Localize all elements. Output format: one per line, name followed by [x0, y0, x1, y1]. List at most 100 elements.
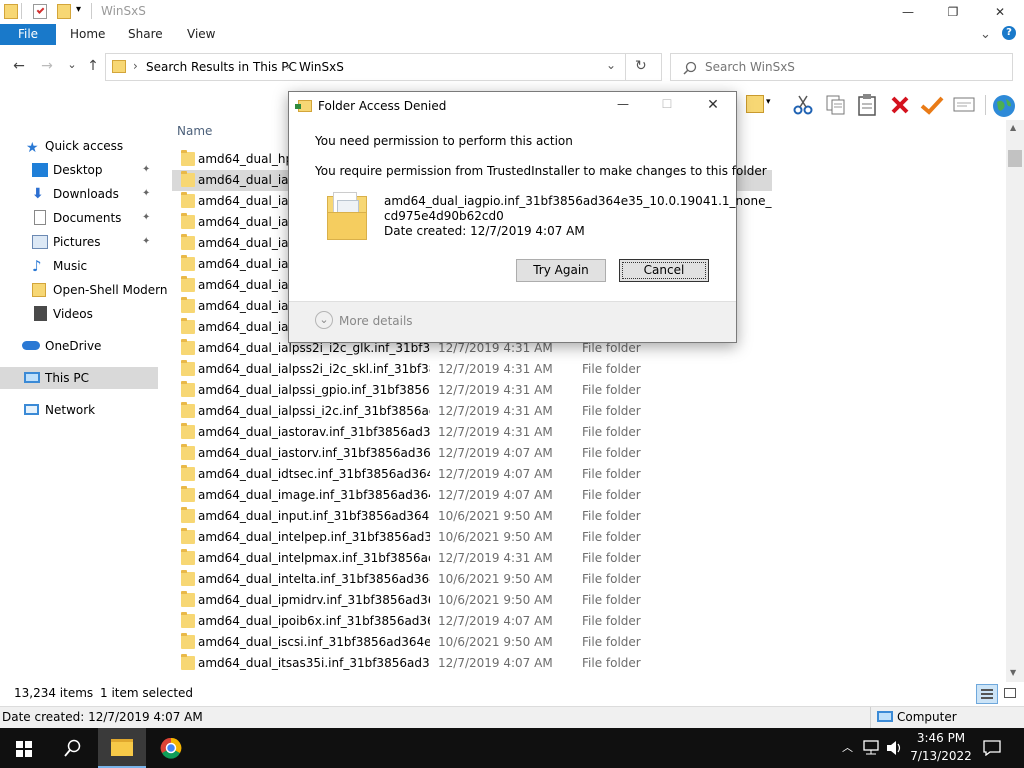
table-row[interactable]: amd64_dual_iastorav.inf_31bf3856ad364e..… — [172, 422, 772, 443]
table-row[interactable]: amd64_dual_ialpss2i_i2c_skl.inf_31bf3856… — [172, 359, 772, 380]
rename-checkmark-icon[interactable] — [920, 95, 944, 115]
breadcrumb-search-results[interactable]: Search Results in This PC — [146, 60, 297, 74]
folder-icon — [181, 444, 195, 460]
column-header-name[interactable]: Name — [177, 124, 212, 138]
large-icons-view-icon[interactable] — [1002, 686, 1018, 702]
clock-time[interactable]: 3:46 PM — [910, 731, 972, 745]
select-icon[interactable] — [953, 97, 975, 113]
sidebar-item-this-pc[interactable]: This PC — [0, 367, 158, 389]
scroll-down-icon[interactable]: ▼ — [1010, 668, 1016, 677]
chrome-icon[interactable] — [160, 737, 182, 759]
separator — [21, 3, 22, 19]
tab-file[interactable]: File — [0, 24, 56, 45]
properties-folder-icon[interactable] — [746, 95, 764, 113]
vertical-scrollbar[interactable]: ▲ ▼ — [1006, 120, 1024, 682]
copy-icon[interactable] — [825, 94, 847, 116]
notifications-icon[interactable] — [983, 740, 1001, 756]
table-row[interactable]: amd64_dual_ipmidrv.inf_31bf3856ad364e...… — [172, 590, 772, 611]
table-row[interactable]: amd64_dual_ialpssi_i2c.inf_31bf3856ad36.… — [172, 401, 772, 422]
file-date-modified: 12/7/2019 4:07 AM — [438, 656, 553, 670]
folder-icon — [181, 255, 195, 271]
pin-icon: ✦ — [142, 164, 151, 175]
try-again-button[interactable]: Try Again — [516, 259, 606, 282]
sidebar-item-downloads[interactable]: ⬇ Downloads ✦ — [0, 183, 158, 205]
search-box[interactable] — [670, 53, 1013, 81]
sidebar-item-music[interactable]: ♪ Music — [0, 255, 158, 277]
properties-icon[interactable] — [33, 4, 47, 19]
sidebar-item-pictures[interactable]: Pictures ✦ — [0, 231, 158, 253]
expand-ribbon-icon[interactable]: ⌄ — [980, 27, 991, 42]
search-input[interactable] — [705, 58, 995, 76]
folder-icon — [181, 192, 195, 208]
table-row[interactable]: amd64_dual_itsas35i.inf_31bf3856ad364e..… — [172, 653, 772, 674]
cut-icon[interactable] — [793, 95, 813, 115]
refresh-icon[interactable]: ↻ — [635, 58, 647, 74]
sidebar-item-desktop[interactable]: Desktop ✦ — [0, 159, 158, 181]
up-button[interactable]: ↑ — [84, 58, 102, 76]
volume-icon[interactable] — [886, 740, 904, 756]
scroll-up-icon[interactable]: ▲ — [1010, 123, 1016, 132]
globe-icon[interactable] — [991, 93, 1017, 119]
minimize-button[interactable]: — — [885, 0, 931, 24]
sidebar-item-network[interactable]: Network — [0, 399, 158, 421]
sidebar-item-open-shell-modern[interactable]: Open-Shell Modern — [0, 279, 168, 301]
file-name: amd64_dual_idtsec.inf_31bf3856ad364e3... — [198, 467, 430, 481]
table-row[interactable]: amd64_dual_image.inf_31bf3856ad364e3... 1… — [172, 485, 772, 506]
dialog-close-button[interactable]: ✕ — [698, 97, 728, 113]
file-explorer-icon — [111, 739, 133, 756]
table-row[interactable]: amd64_dual_intelpmax.inf_31bf3856ad36...… — [172, 548, 772, 569]
tab-share[interactable]: Share — [128, 24, 163, 45]
new-folder-icon[interactable] — [57, 4, 71, 19]
customize-quick-access-icon[interactable]: ▾ — [76, 4, 81, 15]
paste-icon[interactable] — [857, 93, 879, 117]
search-icon[interactable] — [64, 739, 82, 757]
file-name: amd64_dual_image.inf_31bf3856ad364e3... — [198, 488, 430, 502]
delete-icon[interactable] — [890, 95, 910, 115]
help-icon[interactable]: ? — [1002, 26, 1016, 40]
breadcrumb-winsxs[interactable]: WinSxS — [299, 60, 344, 74]
scrollbar-thumb[interactable] — [1008, 150, 1022, 167]
table-row[interactable]: amd64_dual_iscsi.inf_31bf3856ad364e35_..… — [172, 632, 772, 653]
dialog-maximize-button[interactable]: ☐ — [652, 97, 682, 111]
table-row[interactable]: amd64_dual_intelta.inf_31bf3856ad364e3..… — [172, 569, 772, 590]
table-row[interactable]: amd64_dual_ialpssi_gpio.inf_31bf3856ad..… — [172, 380, 772, 401]
file-date-modified: 12/7/2019 4:31 AM — [438, 404, 553, 418]
network-status-icon[interactable] — [863, 740, 881, 756]
recent-locations-button[interactable]: ⌄ — [63, 58, 81, 76]
table-row[interactable]: amd64_dual_iastorv.inf_31bf3856ad364e3..… — [172, 443, 772, 464]
file-date-modified: 12/7/2019 4:07 AM — [438, 614, 553, 628]
sidebar-item-onedrive[interactable]: OneDrive — [0, 335, 158, 357]
address-dropdown-icon[interactable]: ⌄ — [606, 58, 616, 72]
folder-icon — [112, 60, 126, 73]
dropdown-icon[interactable]: ▾ — [766, 97, 771, 107]
sidebar-item-quick-access[interactable]: ★ Quick access — [0, 135, 158, 157]
pin-icon: ✦ — [142, 236, 151, 247]
file-name: amd64_dual_ialpssi_gpio.inf_31bf3856ad..… — [198, 383, 430, 397]
close-button[interactable]: ✕ — [977, 0, 1023, 24]
details-view-icon[interactable] — [976, 684, 998, 704]
tab-home[interactable]: Home — [70, 24, 105, 45]
more-details-link[interactable]: More details — [339, 314, 413, 328]
address-bar[interactable]: › Search Results in This PC › WinSxS ⌄ ↻ — [105, 53, 662, 81]
show-hidden-icons-icon[interactable]: ︿ — [842, 739, 853, 755]
dialog-body: You need permission to perform this acti… — [289, 120, 771, 301]
table-row[interactable]: amd64_dual_intelpep.inf_31bf3856ad364...… — [172, 527, 772, 548]
dialog-minimize-button[interactable]: — — [608, 97, 638, 111]
tab-view[interactable]: View — [187, 24, 215, 45]
file-type: File folder — [582, 551, 641, 565]
maximize-button[interactable]: ❐ — [930, 0, 976, 24]
folder-icon — [181, 381, 195, 397]
windows-start-icon[interactable] — [16, 741, 32, 757]
table-row[interactable]: amd64_dual_idtsec.inf_31bf3856ad364e3...… — [172, 464, 772, 485]
sidebar-item-label: Open-Shell Modern — [53, 283, 168, 297]
cancel-button[interactable]: Cancel — [619, 259, 709, 282]
forward-button[interactable]: → — [38, 58, 56, 76]
back-button[interactable]: ← — [10, 58, 28, 76]
sidebar-item-videos[interactable]: Videos — [0, 303, 158, 325]
table-row[interactable]: amd64_dual_input.inf_31bf3856ad364e35...… — [172, 506, 772, 527]
taskbar-file-explorer[interactable] — [98, 728, 146, 768]
sidebar-item-documents[interactable]: Documents ✦ — [0, 207, 158, 229]
clock-date[interactable]: 7/13/2022 — [910, 749, 972, 763]
table-row[interactable]: amd64_dual_ipoib6x.inf_31bf3856ad364e...… — [172, 611, 772, 632]
chevron-down-icon[interactable]: ⌄ — [315, 311, 333, 329]
